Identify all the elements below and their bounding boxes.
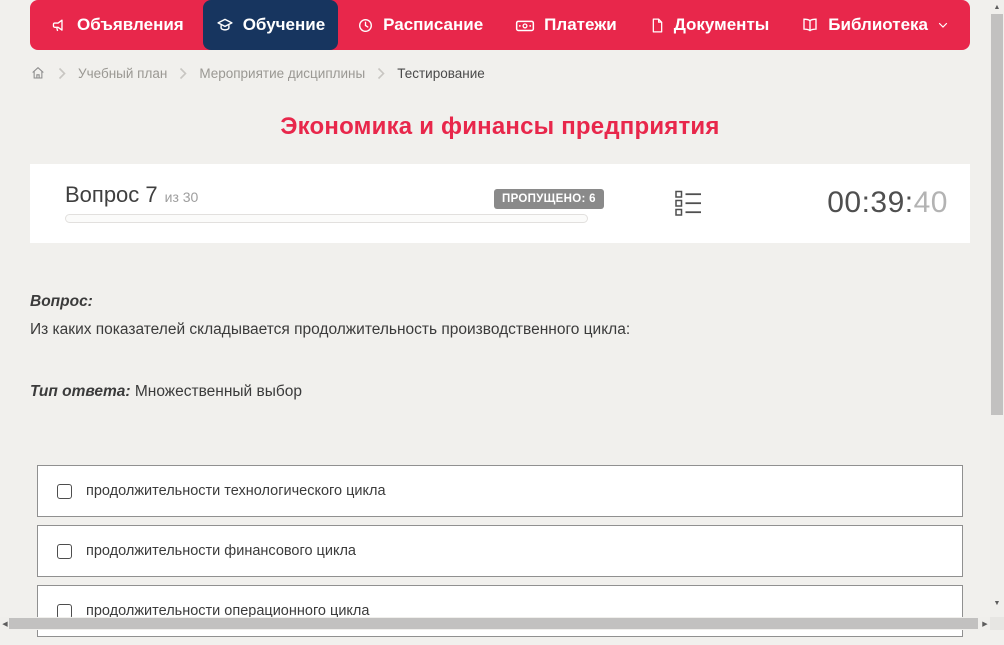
breadcrumb-item-testing: Тестирование — [397, 65, 485, 81]
scroll-up-arrow[interactable]: ▲ — [990, 0, 1004, 14]
checkbox-option-2[interactable] — [57, 543, 72, 559]
nav-item-label: Расписание — [383, 15, 484, 34]
question-header-card: Вопрос 7 из 30 ПРОПУЩЕНО: 6 00:39:40 — [30, 164, 970, 243]
scrollbar-corner — [990, 617, 1004, 630]
horizontal-scrollbar-thumb[interactable] — [9, 618, 978, 629]
chevron-right-icon — [179, 67, 187, 80]
answer-type-row: Тип ответа: Множественный выбор — [30, 382, 950, 401]
nav-item-payments[interactable]: Платежи — [502, 0, 630, 50]
checkbox-option-1[interactable] — [57, 483, 72, 499]
vertical-scrollbar: ▲ ▼ — [990, 0, 1004, 617]
main-nav: Объявления Обучение Расписание Платежи Д… — [30, 0, 970, 50]
question-label: Вопрос: — [30, 293, 93, 310]
nav-item-learning[interactable]: Обучение — [202, 0, 339, 50]
nav-item-documents[interactable]: Документы — [636, 0, 783, 50]
option-label: продолжительности финансового цикла — [86, 543, 356, 559]
breadcrumb-item-curriculum[interactable]: Учебный план — [78, 66, 167, 81]
skipped-badge: ПРОПУЩЕНО: 6 — [494, 189, 604, 209]
scroll-right-arrow[interactable]: ▶ — [980, 617, 990, 630]
question-counter: Вопрос 7 из 30 — [65, 182, 198, 208]
banknote-icon — [515, 17, 535, 34]
megaphone-icon — [51, 17, 68, 34]
home-icon[interactable] — [30, 65, 46, 81]
answer-option-1[interactable]: продолжительности технологического цикла — [37, 465, 963, 517]
nav-item-announcements[interactable]: Объявления — [38, 0, 197, 50]
timer: 00:39:40 — [827, 186, 948, 220]
progress-bar — [65, 214, 588, 223]
option-label: продолжительности технологического цикла — [86, 483, 386, 499]
timer-seconds: 40 — [913, 186, 948, 219]
graduation-cap-icon — [216, 16, 234, 34]
timer-main: 00:39: — [827, 186, 914, 219]
chevron-right-icon — [377, 67, 385, 80]
nav-item-label: Документы — [673, 15, 770, 34]
nav-item-schedule[interactable]: Расписание — [344, 0, 496, 50]
question-list-icon[interactable] — [675, 190, 703, 222]
answer-option-2[interactable]: продолжительности финансового цикла — [37, 525, 963, 577]
question-text: Из каких показателей складывается продол… — [30, 321, 631, 338]
question-total: из 30 — [164, 189, 199, 205]
answer-type-label: Тип ответа: — [30, 383, 131, 400]
nav-item-library[interactable]: Библиотека — [788, 0, 962, 50]
nav-item-label: Библиотека — [828, 15, 928, 34]
page-title: Экономика и финансы предприятия — [280, 113, 720, 140]
scroll-down-arrow[interactable]: ▼ — [990, 596, 1004, 610]
breadcrumb: Учебный план Мероприятие дисциплины Тест… — [30, 57, 485, 89]
vertical-scrollbar-thumb[interactable] — [991, 14, 1003, 415]
horizontal-scrollbar: ◀ ▶ — [0, 617, 990, 630]
chevron-right-icon — [58, 67, 66, 80]
nav-item-label: Платежи — [544, 15, 617, 34]
document-icon — [649, 17, 665, 34]
clock-icon — [357, 17, 374, 34]
answer-type-value: Множественный выбор — [134, 383, 302, 400]
question-number: Вопрос 7 — [65, 182, 158, 207]
question-body: Вопрос: Из каких показателей складываетс… — [30, 292, 950, 401]
book-icon — [801, 16, 819, 34]
nav-item-label: Обучение — [242, 15, 326, 34]
chevron-down-icon — [937, 19, 949, 31]
breadcrumb-item-discipline-event[interactable]: Мероприятие дисциплины — [199, 66, 365, 81]
nav-item-label: Объявления — [77, 15, 184, 34]
